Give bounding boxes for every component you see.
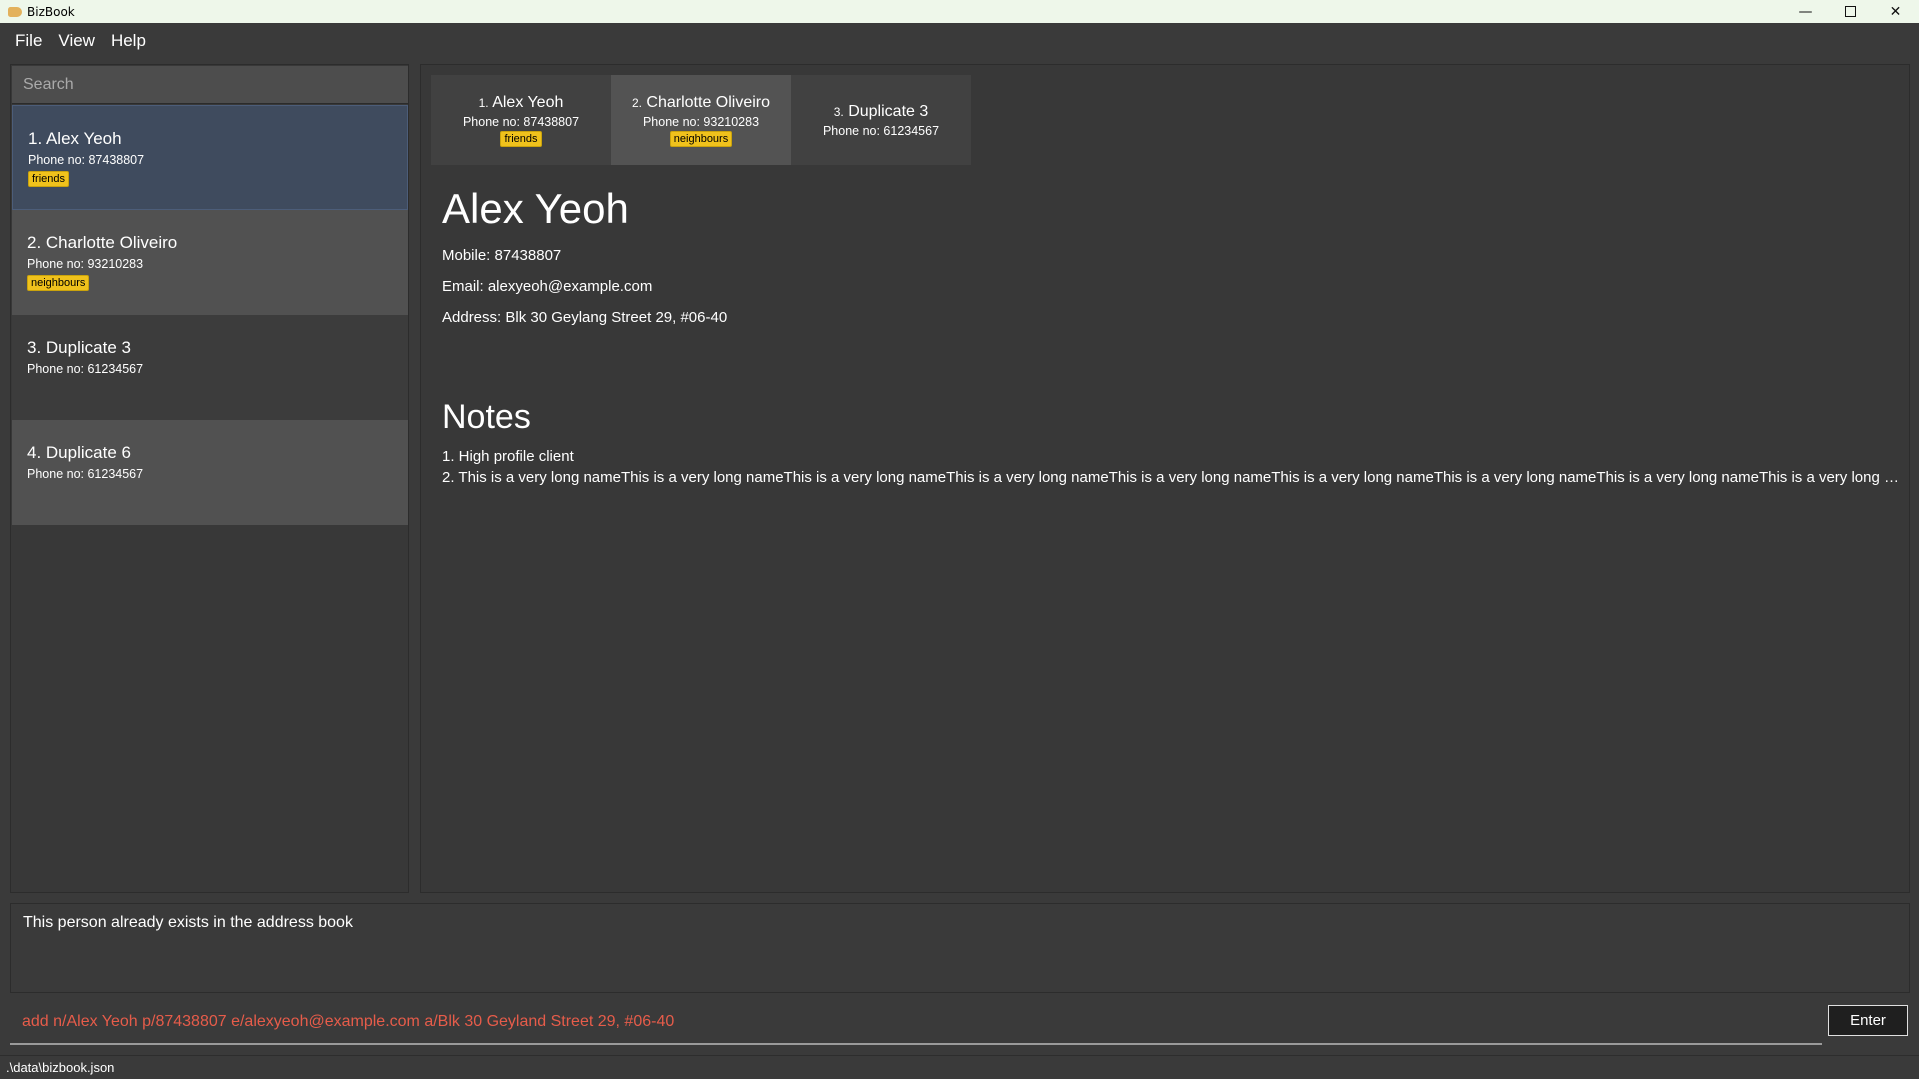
tab-name: 2. Charlotte Oliveiro [632,94,770,112]
person-card[interactable]: 4. Duplicate 6 Phone no: 61234567 [12,420,408,525]
tab-person-name: Charlotte Oliveiro [646,93,771,111]
tag-badge: friends [500,130,542,147]
tab-person-name: Duplicate 3 [848,102,929,120]
tab-charlotte-oliveiro[interactable]: 2. Charlotte Oliveiro Phone no: 93210283… [611,75,791,165]
window-title: BizBook [27,4,75,19]
person-card[interactable]: 3. Duplicate 3 Phone no: 61234567 [12,315,408,420]
notes-list: 1. High profile client 2. This is a very… [442,446,1902,488]
person-phone: Phone no: 61234567 [27,362,144,376]
person-card[interactable]: 1. Alex Yeoh Phone no: 87438807 friends [12,105,408,210]
minimize-icon: — [1798,3,1813,20]
detail-panel: 1. Alex Yeoh Phone no: 87438807 friends … [420,64,1910,893]
tag-badge: neighbours [27,275,90,291]
app-window: BizBook — ✕ File View Help Search 1. Ale… [0,0,1919,1079]
person-card[interactable]: 2. Charlotte Oliveiro Phone no: 93210283… [12,210,408,315]
tag-badge: neighbours [669,130,733,147]
person-list-panel: Search 1. Alex Yeoh Phone no: 87438807 f… [10,64,409,893]
detail-mobile: Mobile: 87438807 [442,247,562,264]
person-name: 2. Charlotte Oliveiro [27,233,178,252]
person-detail: Alex Yeoh Mobile: 87438807 Email: alexye… [442,185,727,326]
search-input[interactable]: Search [12,66,408,104]
notes-heading: Notes [442,398,531,436]
detail-name: Alex Yeoh [442,185,629,232]
person-phone: Phone no: 61234567 [27,467,144,481]
tab-name: 1. Alex Yeoh [479,94,564,112]
close-button[interactable]: ✕ [1873,0,1918,23]
tab-phone: Phone no: 87438807 [462,114,580,129]
menu-file[interactable]: File [7,31,50,51]
app-icon [8,6,22,17]
tab-duplicate-3[interactable]: 3. Duplicate 3 Phone no: 61234567 [791,75,971,165]
tab-alex-yeoh[interactable]: 1. Alex Yeoh Phone no: 87438807 friends [431,75,611,165]
command-row: add n/Alex Yeoh p/87438807 e/alexyeoh@ex… [0,1000,1919,1046]
person-phone: Phone no: 87438807 [28,153,145,167]
maximize-button[interactable] [1828,0,1873,23]
enter-button[interactable]: Enter [1828,1005,1908,1036]
tab-person-name: Alex Yeoh [492,93,564,111]
person-name: 4. Duplicate 6 [27,443,131,462]
status-bar: .\data\bizbook.json [0,1055,1919,1079]
menu-bar: File View Help [0,23,1919,58]
result-display: This person already exists in the addres… [10,903,1910,993]
title-bar: BizBook — ✕ [0,0,1919,23]
person-name: 1. Alex Yeoh [28,129,122,148]
tab-phone: Phone no: 93210283 [642,114,760,129]
tab-phone: Phone no: 61234567 [822,123,940,138]
command-input[interactable]: add n/Alex Yeoh p/87438807 e/alexyeoh@ex… [10,1000,1822,1045]
detail-email: Email: alexyeoh@example.com [442,278,653,295]
tab-index: 3. [833,104,844,119]
tab-index: 2. [631,95,642,110]
tab-name: 3. Duplicate 3 [834,103,929,121]
note-item: 2. This is a very long nameThis is a ver… [442,469,1902,486]
detail-address: Address: Blk 30 Geylang Street 29, #06-4… [442,309,728,326]
maximize-icon [1845,6,1856,17]
tab-index: 1. [478,95,489,110]
person-name: 3. Duplicate 3 [27,338,131,357]
person-list[interactable]: 1. Alex Yeoh Phone no: 87438807 friends … [12,105,408,525]
menu-help[interactable]: Help [103,31,154,51]
minimize-button[interactable]: — [1783,0,1828,23]
note-item: 1. High profile client [442,448,574,465]
menu-view[interactable]: View [50,31,103,51]
tag-badge: friends [28,171,70,187]
person-phone: Phone no: 93210283 [27,257,144,271]
save-location: .\data\bizbook.json [6,1060,115,1075]
open-tabs: 1. Alex Yeoh Phone no: 87438807 friends … [431,75,971,165]
close-icon: ✕ [1889,3,1902,20]
